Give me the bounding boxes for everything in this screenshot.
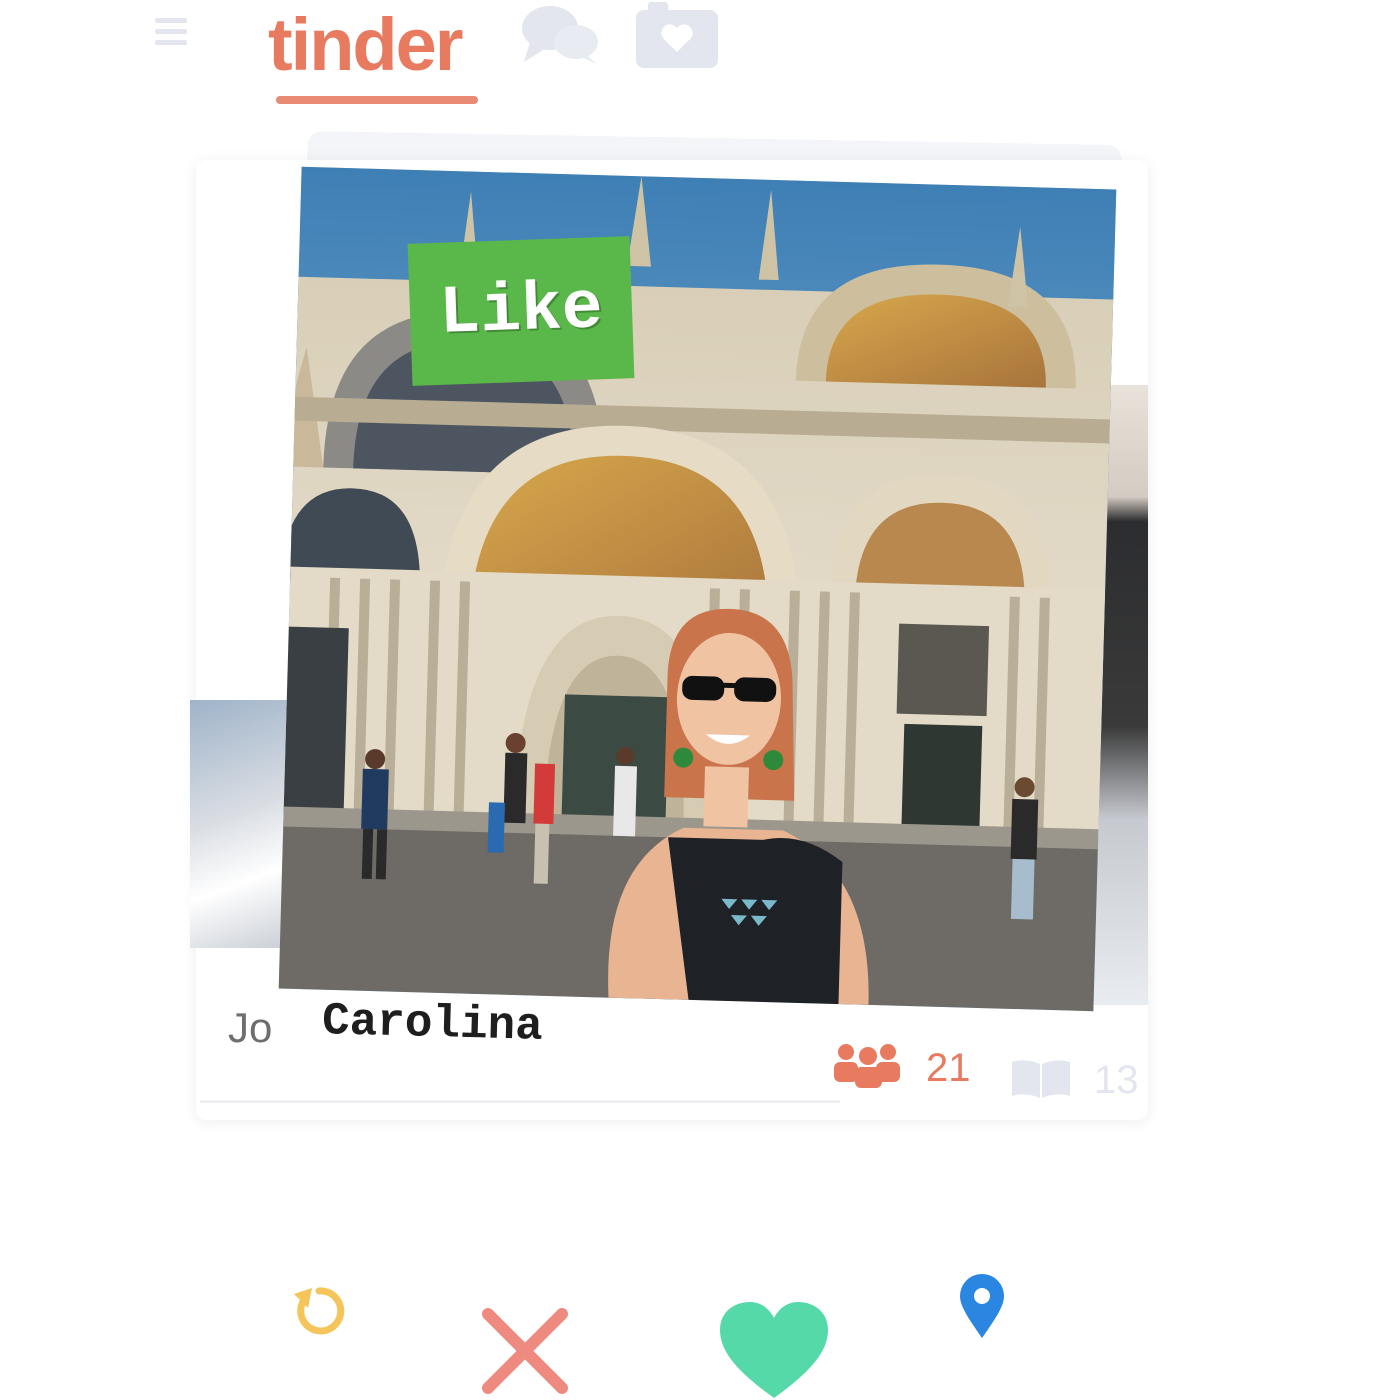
heart-icon [720, 1302, 828, 1398]
friends-icon [834, 1044, 900, 1088]
card-divider [200, 1100, 840, 1103]
nope-button[interactable] [478, 1304, 572, 1398]
undo-icon [294, 1287, 345, 1335]
profile-photo[interactable] [278, 166, 1117, 1012]
book-icon [1012, 1060, 1070, 1098]
next-profile-name: Jo [228, 1004, 273, 1051]
mutual-friends-count: 21 [926, 1046, 971, 1090]
active-tab-indicator [276, 96, 478, 104]
menu-icon[interactable] [155, 12, 187, 62]
camera-icon[interactable] [634, 0, 720, 70]
like-stamp: Like [407, 236, 635, 386]
profile-name: Carolina [321, 995, 544, 1053]
location-pin-icon [960, 1274, 1004, 1338]
undo-button[interactable] [288, 1280, 350, 1342]
location-button[interactable] [958, 1274, 1006, 1340]
close-icon [482, 1308, 568, 1394]
common-interests-count: 13 [1094, 1058, 1139, 1102]
like-button[interactable] [718, 1300, 830, 1400]
profile-photo-scene [278, 166, 1117, 1012]
tinder-logo[interactable]: tinder [268, 2, 464, 87]
chat-icon[interactable] [518, 0, 600, 66]
like-stamp-label: Like [438, 269, 604, 353]
